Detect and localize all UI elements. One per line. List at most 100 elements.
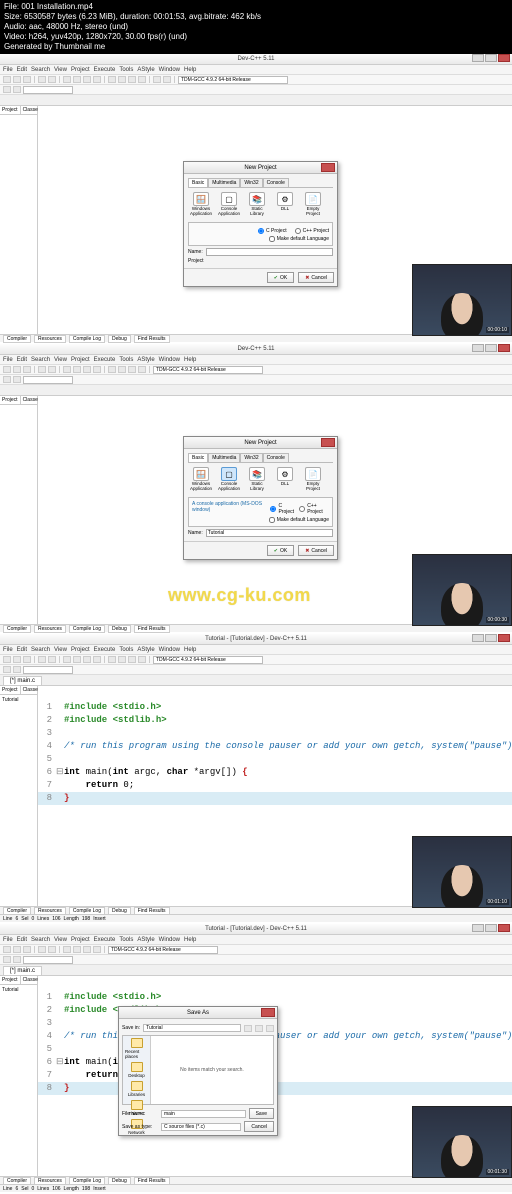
toolbar-button[interactable] (138, 366, 146, 373)
side-tab-project[interactable]: Project (0, 396, 21, 404)
tab-debug[interactable]: Debug (108, 625, 131, 633)
toolbar-button[interactable] (73, 656, 81, 663)
toolbar-button[interactable] (13, 86, 21, 93)
menu-edit[interactable]: Edit (17, 647, 27, 653)
side-tab-project[interactable]: Project (0, 686, 21, 694)
tab-compiler[interactable]: Compiler (3, 625, 31, 633)
menu-help[interactable]: Help (184, 357, 196, 363)
toolbar-button[interactable] (83, 76, 91, 83)
check-make-default[interactable]: Make default Language (192, 517, 329, 523)
maximize-button[interactable] (485, 924, 497, 932)
toolbar-button[interactable] (163, 76, 171, 83)
toolbar-button[interactable] (23, 366, 31, 373)
radio-c-project[interactable]: C Project (270, 503, 295, 515)
close-button[interactable] (498, 54, 510, 62)
toolbar-button[interactable] (3, 76, 11, 83)
menu-window[interactable]: Window (159, 647, 180, 653)
dialog-tab-win32[interactable]: Win32 (240, 178, 262, 187)
compiler-combo[interactable]: TDM-GCC 4.9.2 64-bit Release (153, 656, 263, 664)
toolbar-button[interactable] (3, 956, 11, 963)
menu-search[interactable]: Search (31, 67, 50, 73)
tab-resources[interactable]: Resources (34, 907, 66, 915)
toolbar-button[interactable] (73, 946, 81, 953)
proj-type-dll[interactable]: ⚙DLL (274, 192, 296, 216)
toolbar-button[interactable] (3, 946, 11, 953)
toolbar-button[interactable] (118, 656, 126, 663)
menu-tools[interactable]: Tools (119, 357, 133, 363)
menu-view[interactable]: View (54, 357, 67, 363)
toolbar-button[interactable] (138, 656, 146, 663)
menu-window[interactable]: Window (159, 357, 180, 363)
toolbar-button[interactable] (23, 656, 31, 663)
goto-combo[interactable] (23, 376, 73, 384)
side-tab-project[interactable]: Project (0, 106, 21, 114)
toolbar-button[interactable] (48, 76, 56, 83)
menu-file[interactable]: File (3, 67, 13, 73)
compiler-combo[interactable]: TDM-GCC 4.9.2 64-bit Release (108, 946, 218, 954)
menu-tools[interactable]: Tools (119, 937, 133, 943)
toolbar-button[interactable] (83, 946, 91, 953)
toolbar-button[interactable] (38, 656, 46, 663)
nav-back-button[interactable] (244, 1025, 252, 1032)
side-tab-project[interactable]: Project (0, 976, 21, 984)
toolbar-button[interactable] (93, 366, 101, 373)
dialog-tab-console[interactable]: Console (263, 453, 289, 462)
dialog-tab-multimedia[interactable]: Multimedia (208, 453, 240, 462)
place-recent[interactable]: Recent places (125, 1038, 148, 1059)
toolbar-button[interactable] (48, 656, 56, 663)
save-button[interactable]: Save (249, 1108, 274, 1119)
dialog-close-button[interactable] (321, 163, 335, 172)
tab-find-results[interactable]: Find Results (134, 907, 170, 915)
minimize-button[interactable] (472, 634, 484, 642)
dialog-tab-basic[interactable]: Basic (188, 453, 208, 462)
maximize-button[interactable] (485, 344, 497, 352)
toolbar-button[interactable] (38, 76, 46, 83)
toolbar-button[interactable] (138, 76, 146, 83)
toolbar-button[interactable] (73, 366, 81, 373)
toolbar-button[interactable] (108, 76, 116, 83)
filename-input[interactable]: main (161, 1110, 246, 1118)
toolbar-button[interactable] (153, 76, 161, 83)
proj-type-console-app[interactable]: ▢Console Application (218, 467, 240, 491)
tab-compile-log[interactable]: Compile Log (69, 907, 105, 915)
goto-combo[interactable] (23, 86, 73, 94)
menu-astyle[interactable]: AStyle (137, 647, 154, 653)
cancel-button[interactable]: Cancel (298, 545, 334, 556)
toolbar-button[interactable] (118, 76, 126, 83)
tab-compile-log[interactable]: Compile Log (69, 335, 105, 343)
menu-file[interactable]: File (3, 357, 13, 363)
menu-edit[interactable]: Edit (17, 357, 27, 363)
toolbar-button[interactable] (13, 376, 21, 383)
toolbar-button[interactable] (3, 656, 11, 663)
menu-search[interactable]: Search (31, 357, 50, 363)
dialog-close-button[interactable] (261, 1008, 275, 1017)
goto-combo[interactable] (23, 956, 73, 964)
proj-type-static-lib[interactable]: 📚Static Library (246, 192, 268, 216)
menu-edit[interactable]: Edit (17, 937, 27, 943)
cancel-button[interactable]: Cancel (298, 272, 334, 283)
proj-type-static-lib[interactable]: 📚Static Library (246, 467, 268, 491)
menu-search[interactable]: Search (31, 647, 50, 653)
tab-resources[interactable]: Resources (34, 625, 66, 633)
menu-help[interactable]: Help (184, 647, 196, 653)
tab-compiler[interactable]: Compiler (3, 1177, 31, 1185)
project-tree-root[interactable]: Tutorial (0, 695, 37, 705)
proj-type-empty[interactable]: 📄Empty Project (302, 467, 324, 491)
dialog-tab-win32[interactable]: Win32 (240, 453, 262, 462)
menu-window[interactable]: Window (159, 937, 180, 943)
ok-button[interactable]: OK (267, 272, 294, 283)
tab-resources[interactable]: Resources (34, 1177, 66, 1185)
tab-compile-log[interactable]: Compile Log (69, 625, 105, 633)
menu-astyle[interactable]: AStyle (137, 67, 154, 73)
menu-file[interactable]: File (3, 937, 13, 943)
toolbar-button[interactable] (3, 366, 11, 373)
toolbar-button[interactable] (3, 86, 11, 93)
menu-search[interactable]: Search (31, 937, 50, 943)
menu-project[interactable]: Project (71, 647, 90, 653)
toolbar-button[interactable] (48, 366, 56, 373)
proj-type-windows-app[interactable]: 🪟Windows Application (190, 192, 212, 216)
menu-project[interactable]: Project (71, 357, 90, 363)
menu-astyle[interactable]: AStyle (137, 937, 154, 943)
toolbar-button[interactable] (63, 76, 71, 83)
project-name-input[interactable] (206, 529, 333, 537)
